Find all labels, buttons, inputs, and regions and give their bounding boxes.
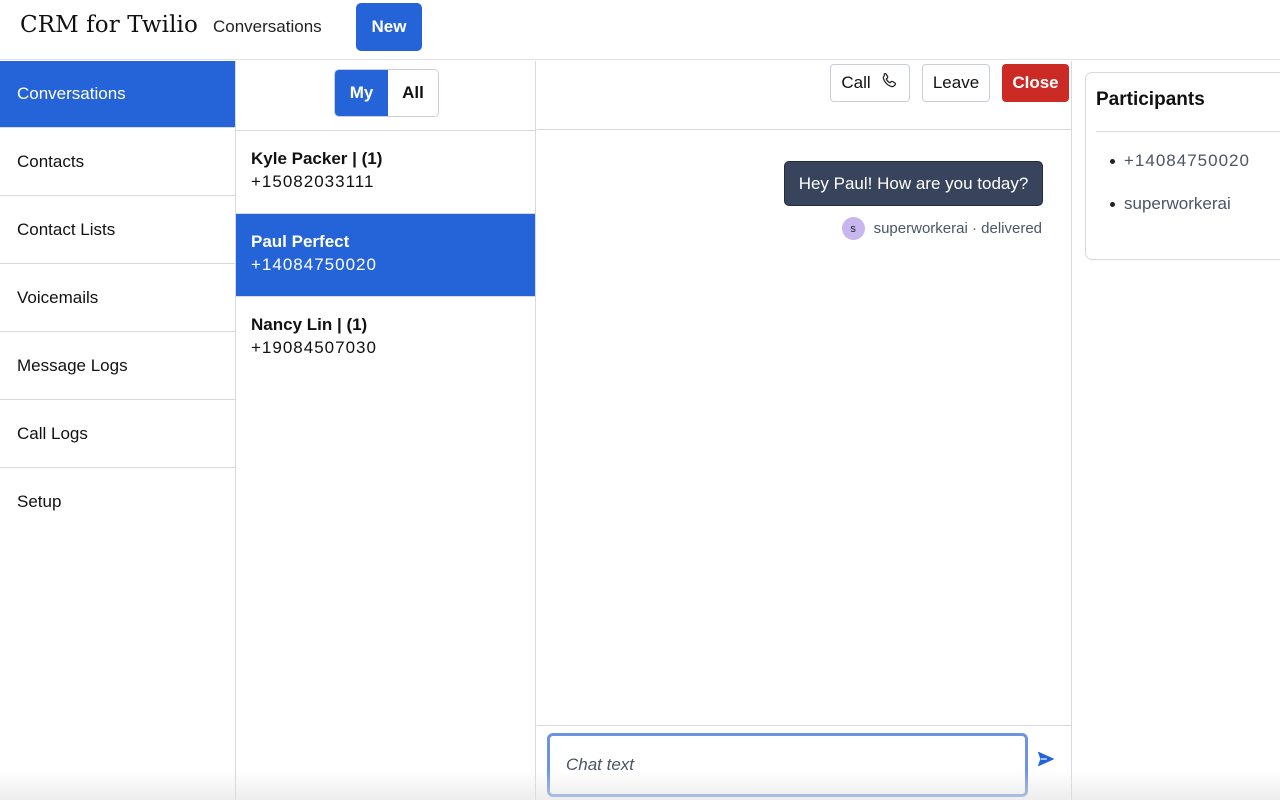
close-button[interactable]: Close xyxy=(1002,64,1069,102)
sidebar: Conversations Contacts Contact Lists Voi… xyxy=(0,61,236,800)
call-button[interactable]: Call xyxy=(830,64,910,102)
participants-panel: Participants +14084750020 superworkerai xyxy=(1085,72,1280,260)
participant-item: +14084750020 xyxy=(1110,151,1250,194)
conversation-name: Paul Perfect xyxy=(251,232,350,251)
avatar: s xyxy=(841,217,865,240)
filter-toggle: My All xyxy=(334,69,439,117)
top-bar: CRM for Twilio Conversations New xyxy=(0,0,1280,60)
brand-title[interactable]: CRM for Twilio xyxy=(20,12,198,38)
conversation-phone: +15082033111 xyxy=(251,172,375,191)
call-button-label: Call xyxy=(841,73,871,92)
chat-input[interactable] xyxy=(547,733,1028,797)
leave-button[interactable]: Leave xyxy=(922,64,990,102)
chat-panel: Call Leave Close Hey Paul! How are you t… xyxy=(537,61,1072,800)
participants-title: Participants xyxy=(1096,89,1205,110)
message-bubble: Hey Paul! How are you today? xyxy=(784,161,1043,206)
chat-composer xyxy=(537,725,1072,800)
message-status: superworkerai · delivered xyxy=(873,220,1042,237)
sidebar-item-voicemails[interactable]: Voicemails xyxy=(0,264,235,332)
chat-toolbar: Call Leave Close xyxy=(537,61,1071,130)
participant-item: superworkerai xyxy=(1110,194,1250,237)
conversation-name: Nancy Lin | (1) xyxy=(251,315,368,334)
conversation-phone: +19084507030 xyxy=(251,338,377,357)
sidebar-item-contacts[interactable]: Contacts xyxy=(0,128,235,196)
sidebar-item-conversations[interactable]: Conversations xyxy=(0,61,235,128)
conversation-item-active[interactable]: Paul Perfect +14084750020 xyxy=(236,214,535,297)
conversation-item[interactable]: Nancy Lin | (1) +19084507030 xyxy=(236,297,535,380)
sidebar-item-contact-lists[interactable]: Contact Lists xyxy=(0,196,235,264)
filter-all-button[interactable]: All xyxy=(388,70,438,116)
conversation-list: My All Kyle Packer | (1) +15082033111 Pa… xyxy=(236,61,536,800)
conversation-phone: +14084750020 xyxy=(251,255,377,274)
phone-icon xyxy=(879,71,899,96)
sidebar-item-call-logs[interactable]: Call Logs xyxy=(0,400,235,468)
sidebar-item-message-logs[interactable]: Message Logs xyxy=(0,332,235,400)
conversation-name: Kyle Packer | (1) xyxy=(251,149,383,168)
sidebar-item-setup[interactable]: Setup xyxy=(0,468,235,536)
new-button[interactable]: New xyxy=(356,3,422,51)
message-meta: s superworkerai · delivered xyxy=(841,217,1042,240)
filter-bar: My All xyxy=(236,61,535,131)
nav-conversations-link[interactable]: Conversations xyxy=(213,17,322,37)
send-icon[interactable] xyxy=(1037,750,1057,770)
conversation-item[interactable]: Kyle Packer | (1) +15082033111 xyxy=(236,131,535,214)
filter-my-button[interactable]: My xyxy=(335,70,388,116)
divider xyxy=(1096,131,1280,132)
participants-list: +14084750020 superworkerai xyxy=(1110,151,1250,237)
